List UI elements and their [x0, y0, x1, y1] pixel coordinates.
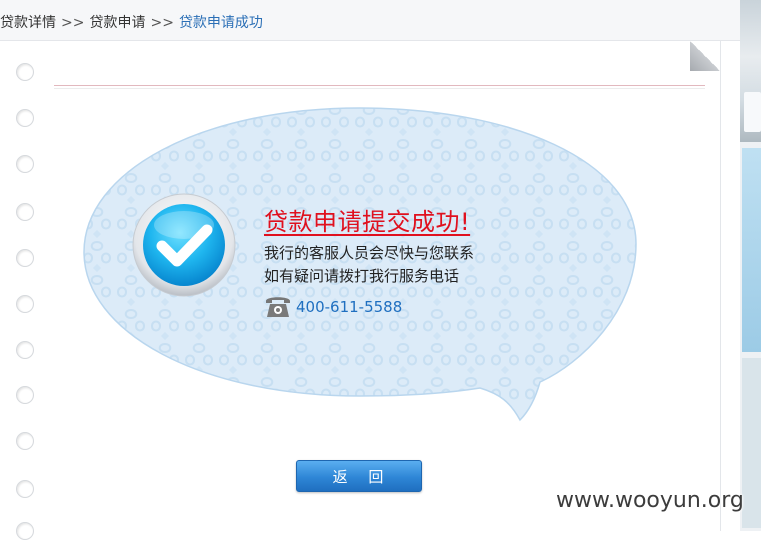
right-side-panel [740, 0, 761, 531]
back-button[interactable]: 返 回 [296, 460, 422, 492]
breadcrumb-item-current: 贷款申请成功 [178, 15, 263, 31]
paper-rule-red [54, 85, 705, 86]
binder-hole [16, 249, 34, 267]
side-banner-highlight [744, 92, 761, 132]
checkmark-circle-icon [131, 192, 237, 298]
page-corner-fold [690, 41, 720, 71]
binder-hole [16, 432, 34, 450]
success-title: 贷款申请提交成功! [264, 208, 471, 236]
paper-rule-gray [54, 88, 705, 89]
breadcrumb-item-loan-application[interactable]: 贷款申请 [89, 15, 145, 31]
telephone-icon [264, 293, 292, 319]
binder-hole [16, 203, 34, 221]
binder-hole [16, 386, 34, 404]
service-phone-number[interactable]: 400-611-5588 [296, 298, 402, 316]
contact-message: 我行的客服人员会尽快与您联系 [264, 244, 475, 262]
binder-hole [16, 480, 34, 498]
breadcrumb: 贷款详情 >> 贷款申请 >> 贷款申请成功 [0, 12, 263, 32]
watermark: www.wooyun.org [556, 488, 744, 513]
binder-hole [16, 63, 34, 81]
binder-hole [16, 109, 34, 127]
side-lower-banner [742, 358, 761, 528]
breadcrumb-item-loan-details[interactable]: 贷款详情 [0, 15, 56, 31]
binder-hole [16, 155, 34, 173]
breadcrumb-bar: 贷款详情 >> 贷款申请 >> 贷款申请成功 [0, 0, 740, 41]
breadcrumb-separator: >> [61, 15, 85, 31]
side-blue-banner [742, 148, 761, 352]
binder-hole [16, 522, 34, 540]
hotline-message: 如有疑问请拨打我行服务电话 [264, 267, 460, 285]
binder-hole [16, 295, 34, 313]
breadcrumb-separator: >> [150, 15, 174, 31]
binder-hole [16, 341, 34, 359]
